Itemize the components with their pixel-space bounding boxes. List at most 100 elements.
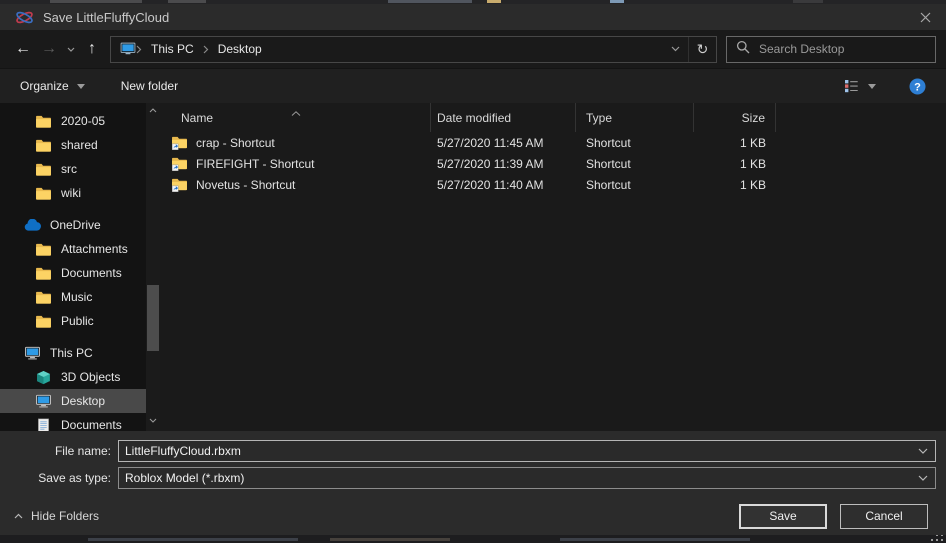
sidebar-item-documents[interactable]: Documents — [0, 413, 160, 431]
sidebar-item-label: Documents — [61, 418, 122, 431]
sidebar-item-label: This PC — [50, 346, 93, 360]
command-toolbar: Organize New folder ? — [0, 68, 946, 103]
organize-dropdown-icon — [77, 84, 85, 89]
close-button[interactable] — [904, 4, 946, 30]
save-as-type-dropdown-icon[interactable] — [911, 475, 935, 481]
document-icon — [35, 418, 52, 432]
folder-icon — [35, 139, 52, 152]
sidebar-item-3d-objects[interactable]: 3D Objects — [0, 365, 160, 389]
sidebar-item-2020-05[interactable]: 2020-05 — [0, 109, 160, 133]
breadcrumb-this-pc[interactable]: This PC — [142, 42, 203, 56]
save-fields: File name: Save as type: Roblox Model (*… — [0, 431, 946, 497]
main-area: 2020-05 shared src wiki OneDrive Attachments D… — [0, 103, 946, 431]
novetus-app-icon — [15, 9, 34, 26]
folder-icon — [35, 115, 52, 128]
collapse-chevron-icon — [14, 513, 23, 519]
sidebar-item-label: Music — [61, 290, 92, 304]
sidebar-item-music[interactable]: Music — [0, 285, 160, 309]
file-row-novetus-shortcut[interactable]: Novetus - Shortcut 5/27/2020 11:40 AMShor… — [163, 174, 946, 195]
search-box[interactable] — [726, 36, 936, 63]
folder-icon — [35, 267, 52, 280]
column-header-type[interactable]: Type — [576, 103, 694, 132]
cancel-button[interactable]: Cancel — [840, 504, 928, 529]
sidebar-item-label: shared — [61, 138, 98, 152]
svg-text:?: ? — [914, 81, 921, 93]
monitor-icon — [35, 394, 52, 408]
help-button[interactable]: ? — [909, 78, 926, 95]
date-modified-cell: 5/27/2020 11:39 AM — [431, 157, 576, 171]
scroll-down-icon[interactable] — [146, 418, 160, 423]
sidebar-item-onedrive[interactable]: OneDrive — [0, 213, 160, 237]
search-icon — [736, 40, 750, 59]
cube-icon — [35, 370, 52, 385]
close-icon — [920, 12, 931, 23]
sidebar-item-public[interactable]: Public — [0, 309, 160, 333]
file-name-cell: Novetus - Shortcut — [196, 178, 295, 192]
breadcrumb-desktop[interactable]: Desktop — [209, 42, 271, 56]
address-bar[interactable]: This PC Desktop ↻ — [110, 36, 717, 63]
folder-icon — [35, 163, 52, 176]
sidebar-item-label: Attachments — [61, 242, 128, 256]
sidebar-item-src[interactable]: src — [0, 157, 160, 181]
file-name-input[interactable] — [119, 441, 911, 461]
cloud-icon — [24, 219, 41, 231]
file-row-firefight-shortcut[interactable]: FIREFIGHT - Shortcut5/27/2020 11:39 AMSh… — [163, 153, 946, 174]
hide-folders-button[interactable]: Hide Folders — [14, 509, 99, 523]
file-row-crap-shortcut[interactable]: crap - Shortcut 5/27/2020 11:45 AMShortcu… — [163, 132, 946, 153]
sidebar-item-label: 2020-05 — [61, 114, 105, 128]
save-button[interactable]: Save — [739, 504, 827, 529]
help-icon: ? — [909, 78, 926, 95]
this-pc-monitor-icon — [119, 42, 136, 56]
monitor-icon — [24, 346, 41, 360]
save-as-type-select[interactable]: Roblox Model (*.rbxm) — [118, 467, 936, 489]
file-name-combo[interactable] — [118, 440, 936, 462]
sidebar-item-label: Public — [61, 314, 94, 328]
back-button[interactable]: ← — [10, 36, 36, 62]
shortcut-file-icon — [171, 178, 188, 192]
column-header-date-modified[interactable]: Date modified — [431, 103, 576, 132]
organize-button[interactable]: Organize — [10, 73, 95, 99]
size-cell: 1 KB — [694, 136, 776, 150]
folder-tree: 2020-05 shared src wiki OneDrive Attachments D… — [0, 103, 160, 431]
screen: Save LittleFluffyCloud ← → ↑ This PC Des… — [0, 0, 946, 543]
date-modified-cell: 5/27/2020 11:40 AM — [431, 178, 576, 192]
scroll-up-icon[interactable] — [146, 108, 160, 113]
navigation-bar: ← → ↑ This PC Desktop ↻ — [0, 30, 946, 68]
titlebar: Save LittleFluffyCloud — [0, 4, 946, 30]
column-header-size[interactable]: Size — [694, 103, 776, 132]
type-cell: Shortcut — [576, 178, 694, 192]
refresh-button[interactable]: ↻ — [688, 37, 716, 62]
recent-locations-chevron-icon[interactable] — [62, 36, 79, 62]
file-list: Name Date modified Type Size crap - Shor… — [160, 103, 946, 431]
folder-icon — [35, 315, 52, 328]
scrollbar-thumb[interactable] — [147, 285, 159, 351]
sidebar-scrollbar[interactable] — [146, 103, 160, 431]
save-as-type-label: Save as type: — [0, 471, 118, 485]
folder-icon — [35, 187, 52, 200]
address-dropdown-chevron-icon[interactable] — [662, 37, 688, 62]
date-modified-cell: 5/27/2020 11:45 AM — [431, 136, 576, 150]
forward-button[interactable]: → — [36, 36, 62, 62]
sidebar-item-wiki[interactable]: wiki — [0, 181, 160, 205]
sidebar-item-label: wiki — [61, 186, 81, 200]
view-mode-button[interactable] — [837, 76, 883, 96]
sidebar-item-this-pc[interactable]: This PC — [0, 341, 160, 365]
shortcut-file-icon — [171, 136, 188, 150]
sidebar-item-label: Documents — [61, 266, 122, 280]
type-cell: Shortcut — [576, 157, 694, 171]
sidebar-item-label: 3D Objects — [61, 370, 120, 384]
shortcut-file-icon — [171, 157, 188, 171]
search-input[interactable] — [759, 42, 926, 56]
sidebar-item-shared[interactable]: shared — [0, 133, 160, 157]
file-name-cell: crap - Shortcut — [196, 136, 275, 150]
file-name-dropdown-icon[interactable] — [911, 448, 935, 454]
new-folder-button[interactable]: New folder — [111, 73, 188, 99]
type-cell: Shortcut — [576, 136, 694, 150]
up-button[interactable]: ↑ — [79, 36, 105, 62]
sidebar-item-desktop[interactable]: Desktop — [0, 389, 160, 413]
save-as-type-value: Roblox Model (*.rbxm) — [119, 471, 911, 485]
size-cell: 1 KB — [694, 157, 776, 171]
sidebar-item-attachments[interactable]: Attachments — [0, 237, 160, 261]
sidebar-item-documents[interactable]: Documents — [0, 261, 160, 285]
column-header-name[interactable]: Name — [163, 103, 431, 132]
